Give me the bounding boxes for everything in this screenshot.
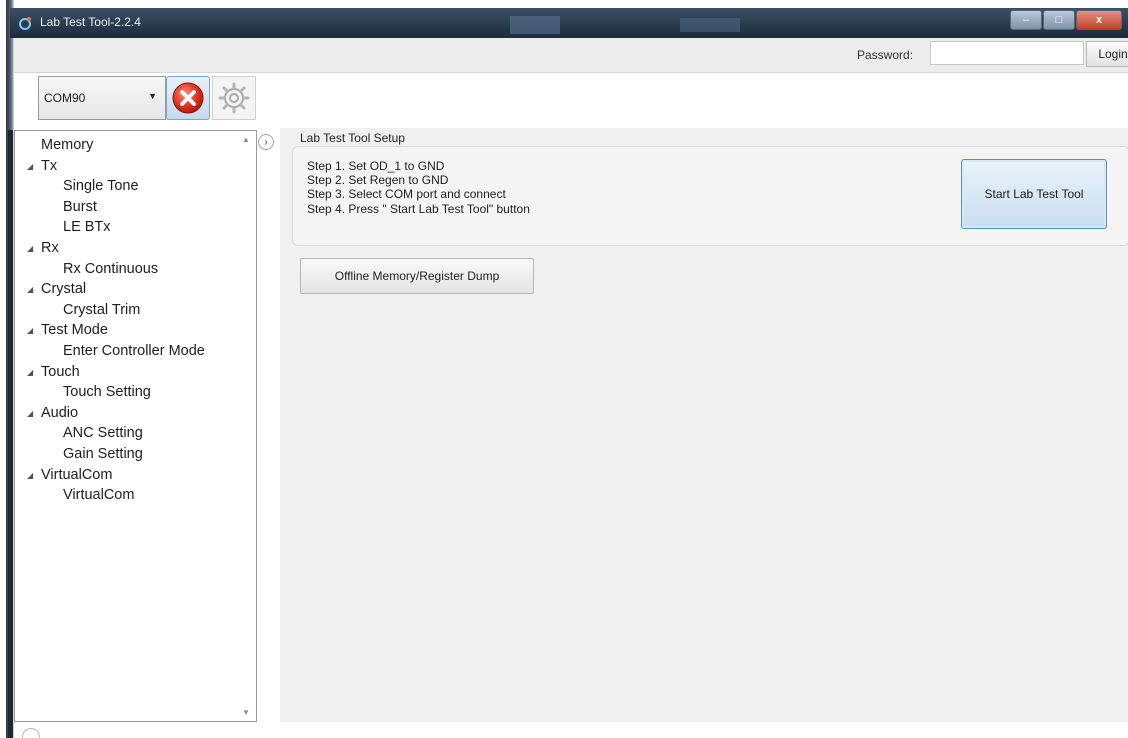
tree-item[interactable]: Rx Continuous [15, 259, 239, 280]
expand-triangle-icon[interactable]: ◢ [27, 404, 41, 425]
tree-item-label: Enter Controller Mode [63, 342, 205, 359]
password-label: Password: [857, 48, 914, 62]
start-lab-test-tool-button[interactable]: Start Lab Test Tool [961, 159, 1107, 229]
scroll-down-icon[interactable]: ▼ [242, 708, 250, 717]
tree-group[interactable]: ◢ Test Mode [15, 320, 239, 341]
navigation-tree: Memory ◢ Tx Single Tone Burst LE BTx ◢ Rx Rx Con… [14, 130, 257, 722]
com-port-value: COM90 [44, 91, 86, 105]
tree-group[interactable]: ◢ Touch [15, 362, 239, 383]
red-circle-x-icon [172, 82, 204, 114]
offline-memory-dump-button[interactable]: Offline Memory/Register Dump [300, 258, 534, 294]
tree-item-label: Test Mode [41, 322, 108, 339]
tree-item[interactable]: ANC Setting [15, 423, 239, 444]
toolbar: COM90 ▼ [14, 73, 1128, 127]
tree-item-label: Gain Setting [63, 445, 143, 462]
tree-item-label: Touch [41, 363, 80, 380]
tree-item-label: Rx Continuous [63, 260, 159, 277]
tree-list: Memory ◢ Tx Single Tone Burst LE BTx ◢ Rx Rx Con… [15, 135, 239, 506]
tree-item[interactable]: Burst [15, 197, 239, 218]
expand-triangle-icon[interactable]: ◢ [27, 363, 41, 384]
password-field[interactable] [930, 41, 1084, 65]
app-window: Lab Test Tool-2.2.4 – □ x Password: Logi… [0, 0, 1128, 738]
tree-item-label: Tx [41, 157, 58, 174]
tree-group[interactable]: ◢ Audio [15, 403, 239, 424]
expand-triangle-icon[interactable]: ◢ [27, 157, 41, 178]
settings-button[interactable] [212, 76, 256, 120]
window-controls: – □ x [1009, 10, 1122, 30]
status-bar [14, 722, 1128, 738]
scroll-up-icon[interactable]: ▲ [242, 135, 250, 144]
tree-item[interactable]: Touch Setting [15, 382, 239, 403]
tree-group[interactable]: ◢ Rx [15, 238, 239, 259]
tree-item-label: Touch Setting [63, 384, 151, 401]
tree-item[interactable]: Single Tone [15, 176, 239, 197]
tree-group[interactable]: ◢ Crystal [15, 279, 239, 300]
tree-item-label: Audio [41, 404, 79, 421]
title-bar-decoration [510, 16, 560, 34]
tree-group[interactable]: ◢ Tx [15, 156, 239, 177]
tree-item-label: Memory [41, 137, 94, 153]
window-title: Lab Test Tool-2.2.4 [40, 15, 141, 29]
window-frame-shadow [8, 130, 13, 738]
tree-item-label: VirtualCom [63, 487, 135, 504]
tree-group[interactable]: ◢ VirtualCom [15, 465, 239, 486]
tree-item-label: Crystal [41, 281, 87, 298]
expand-panel-icon[interactable]: › [258, 134, 274, 150]
tree-item-label: Burst [63, 198, 97, 215]
setup-step: Step 4. Press " Start Lab Test Tool" but… [307, 201, 530, 216]
tree-item-label: Single Tone [63, 178, 139, 195]
gear-icon [218, 82, 250, 114]
title-bar: Lab Test Tool-2.2.4 – □ x [10, 8, 1128, 38]
login-button[interactable]: Login [1086, 41, 1128, 67]
tree-item-label: LE BTx [63, 219, 111, 236]
tree-root-item[interactable]: Memory [15, 135, 239, 156]
close-button[interactable]: x [1076, 10, 1122, 30]
expand-triangle-icon[interactable]: ◢ [27, 239, 41, 260]
expand-triangle-icon[interactable]: ◢ [27, 321, 41, 342]
tree-item-label: VirtualCom [41, 466, 113, 483]
login-bar: Password: Login [14, 38, 1128, 73]
disconnect-button[interactable] [166, 76, 210, 120]
expand-triangle-icon[interactable]: ◢ [27, 280, 41, 301]
setup-steps: Step 1. Set OD_1 to GND Step 2. Set Rege… [307, 159, 530, 216]
tree-item-label: Rx [41, 239, 59, 256]
tree-item[interactable]: LE BTx [15, 217, 239, 238]
setup-group: Step 1. Set OD_1 to GND Step 2. Set Rege… [292, 146, 1128, 246]
setup-group-title: Lab Test Tool Setup [300, 131, 405, 145]
setup-step: Step 3. Select COM port and connect [307, 187, 506, 202]
setup-step: Step 1. Set OD_1 to GND [307, 159, 445, 173]
tree-item[interactable]: Gain Setting [15, 444, 239, 465]
main-panel: Step 1. Set OD_1 to GND Step 2. Set Rege… [280, 128, 1128, 722]
setup-step: Step 2. Set Regen to GND [307, 173, 449, 188]
tree-item-label: Crystal Trim [63, 301, 141, 318]
tree-item[interactable]: Enter Controller Mode [15, 341, 239, 362]
minimize-button[interactable]: – [1010, 10, 1042, 30]
com-port-select[interactable]: COM90 ▼ [38, 76, 166, 120]
app-icon [19, 17, 31, 30]
tree-item-label: ANC Setting [63, 425, 143, 442]
expand-triangle-icon[interactable]: ◢ [27, 466, 41, 487]
title-bar-decoration [680, 18, 740, 32]
chevron-down-icon: ▼ [148, 91, 157, 101]
tree-item[interactable]: VirtualCom [15, 485, 239, 506]
tree-item[interactable]: Crystal Trim [15, 300, 239, 321]
maximize-button[interactable]: □ [1043, 10, 1075, 30]
tree-scrollbar[interactable]: ▲ ▼ [240, 135, 254, 717]
